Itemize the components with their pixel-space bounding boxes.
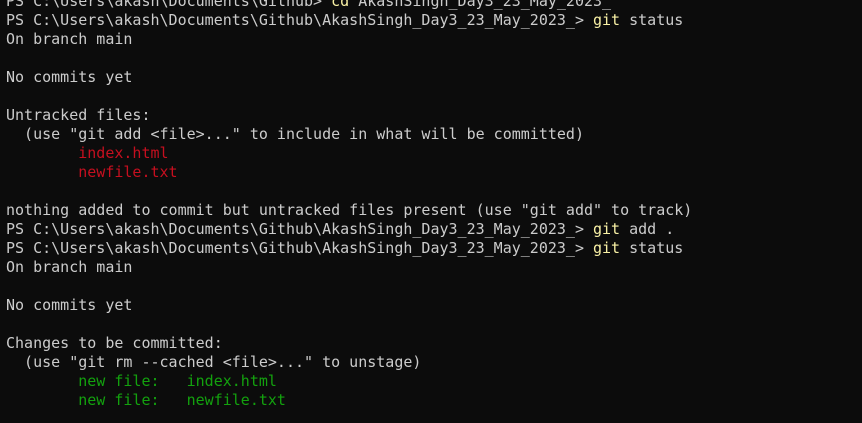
prompt-path: PS C:\Users\akash\Documents\Github> — [6, 0, 332, 10]
terminal-window[interactable]: PS C:\Users\akash\Documents\Github> cd A… — [0, 0, 862, 423]
prompt-path: PS C:\Users\akash\Documents\Github\Akash… — [6, 220, 593, 238]
command-args: status — [620, 11, 684, 29]
output-line: (use "git add <file>..." to include in w… — [6, 125, 584, 143]
command-args: add . — [620, 220, 675, 238]
staged-file: new file: newfile.txt — [78, 391, 286, 409]
command-name: git — [593, 220, 621, 238]
output-line: No commits yet — [6, 296, 133, 314]
command-args: status — [620, 239, 684, 257]
untracked-file: newfile.txt — [78, 163, 178, 181]
command-name: cd — [331, 0, 350, 10]
staged-file-line: new file: newfile.txt — [6, 391, 862, 410]
untracked-file: index.html — [78, 144, 169, 162]
prompt-line: PS C:\Users\akash\Documents\Github> cd A… — [6, 0, 862, 11]
terminal-output: PS C:\Users\akash\Documents\Github> cd A… — [6, 0, 862, 410]
untracked-file-line: index.html — [6, 144, 862, 163]
output-line: On branch main — [6, 258, 133, 276]
prompt-line: PS C:\Users\akash\Documents\Github\Akash… — [6, 220, 862, 239]
output-line: nothing added to commit but untracked fi… — [6, 201, 693, 219]
output-line: (use "git rm --cached <file>..." to unst… — [6, 353, 422, 371]
staged-file-line: new file: index.html — [6, 372, 862, 391]
command-name: git — [593, 11, 621, 29]
prompt-line: PS C:\Users\akash\Documents\Github\Akash… — [6, 239, 862, 258]
output-line: On branch main — [6, 30, 133, 48]
output-line: Untracked files: — [6, 106, 151, 124]
command-name: git — [593, 239, 621, 257]
prompt-path: PS C:\Users\akash\Documents\Github\Akash… — [6, 11, 593, 29]
prompt-path: PS C:\Users\akash\Documents\Github\Akash… — [6, 239, 593, 257]
staged-file: new file: index.html — [78, 372, 277, 390]
output-line: No commits yet — [6, 68, 133, 86]
prompt-line: PS C:\Users\akash\Documents\Github\Akash… — [6, 11, 862, 30]
untracked-file-line: newfile.txt — [6, 163, 862, 182]
command-args: AkashSingh_Day3_23_May_2023_ — [349, 0, 612, 10]
output-line: Changes to be committed: — [6, 334, 223, 352]
